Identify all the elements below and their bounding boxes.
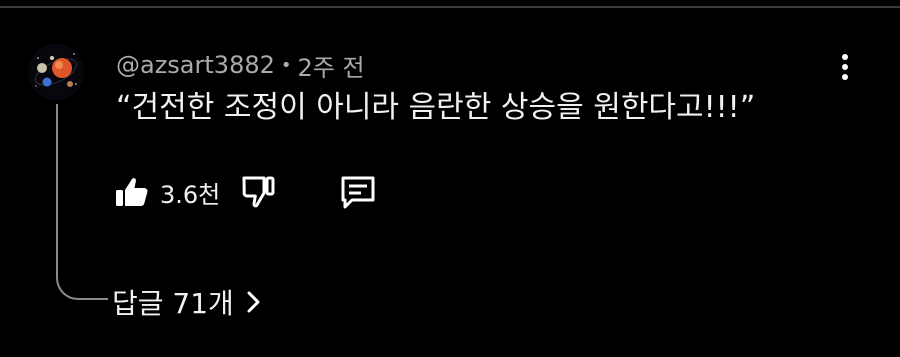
thumbs-up-icon: [116, 178, 148, 206]
comment-text: “건전한 조정이 아니라 음란한 상승을 원한다고!!!”: [116, 90, 756, 125]
replies-label: 답글 71개: [112, 287, 234, 320]
view-replies-button[interactable]: 답글 71개: [112, 282, 262, 322]
meta-separator: •: [280, 54, 292, 76]
comment-meta: @azsart3882 • 2주 전: [116, 45, 365, 85]
chevron-right-icon: [246, 290, 262, 314]
comment-time[interactable]: 2주 전: [298, 48, 365, 83]
avatar-image: [28, 44, 84, 100]
avatar[interactable]: [28, 44, 84, 100]
dislike-button[interactable]: [238, 172, 278, 212]
reply-button[interactable]: [336, 170, 380, 214]
comment-icon: [341, 176, 375, 209]
comment-actions: 3.6천: [112, 168, 380, 216]
thread-line: [56, 104, 108, 300]
author-name[interactable]: @azsart3882: [116, 51, 275, 79]
like-count: 3.6천: [160, 180, 221, 209]
more-options-button[interactable]: [832, 50, 858, 84]
more-vertical-icon: [842, 54, 848, 60]
thumbs-down-icon: [242, 176, 275, 208]
like-button[interactable]: [112, 172, 152, 212]
top-divider: [0, 6, 900, 8]
